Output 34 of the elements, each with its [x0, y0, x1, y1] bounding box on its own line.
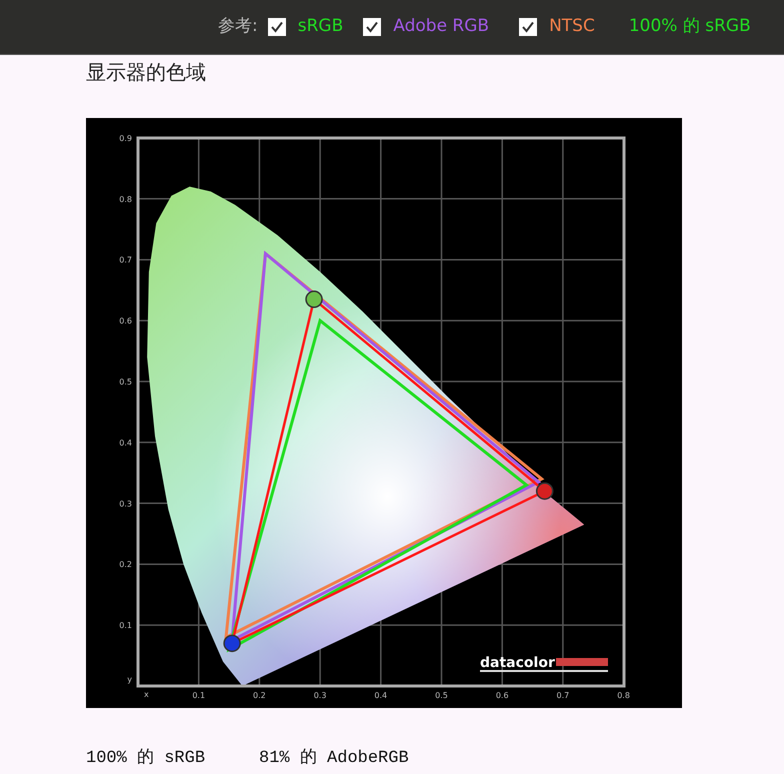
axis-tick-label: 0.7	[556, 691, 570, 700]
logo-bar	[556, 658, 608, 666]
axis-label: x	[144, 690, 149, 699]
axis-tick-label: 0.6	[496, 691, 509, 700]
axis-tick-label: 0.5	[119, 378, 132, 386]
checkbox[interactable]	[268, 18, 286, 36]
axis-tick-label: 0.3	[119, 499, 132, 508]
coverage-text: 81% 的 AdobeRGB	[259, 748, 409, 770]
primary-marker-icon	[223, 634, 241, 652]
axis-tick-label: 0.8	[119, 194, 132, 204]
axis-tick-label: 0.2	[119, 560, 132, 570]
axis-tick-label: 0.4	[374, 691, 388, 700]
axis-tick-label: 0.8	[617, 691, 630, 700]
gamut-option-label: sRGB	[298, 15, 344, 38]
axis-tick-label: 0.2	[253, 691, 266, 700]
axis-tick-label: 0.1	[119, 621, 132, 630]
primary-marker-icon	[536, 482, 554, 500]
axis-tick-label: 0.3	[314, 691, 326, 700]
axis-tick-label: 0.4	[119, 438, 132, 448]
coverage-text: 100% 的 sRGB	[86, 748, 206, 770]
axis-tick-label: 0.7	[119, 256, 132, 265]
axis-tick-label: 0.6	[119, 316, 132, 326]
axis-tick-label: 0.1	[192, 691, 206, 700]
gamut-option-label: NTSC	[549, 15, 595, 38]
axis-tick-label: 0.9	[119, 134, 132, 143]
axis-tick-label: 0.5	[435, 691, 448, 700]
checkbox[interactable]	[363, 18, 382, 36]
reference-label: 参考:	[218, 15, 258, 38]
result-text: 100% 的 sRGB	[628, 15, 751, 38]
logo-text: datacolor	[480, 655, 555, 671]
axis-label: y	[127, 675, 132, 684]
section-heading: 显示器的色域	[86, 59, 207, 85]
checkbox[interactable]	[519, 18, 538, 36]
gamut-option-label: Adobe RGB	[393, 15, 490, 38]
